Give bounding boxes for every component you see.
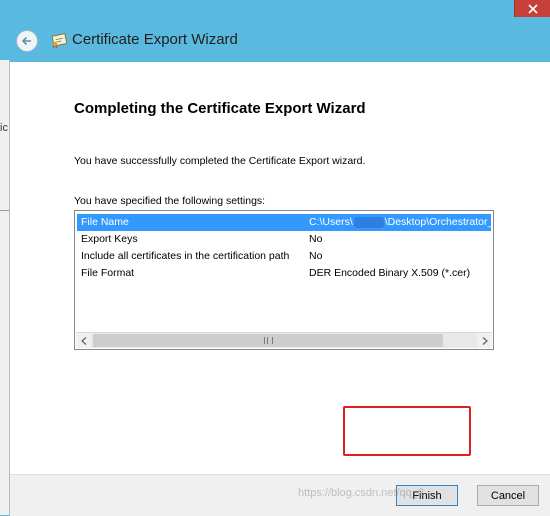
chevron-right-icon: [482, 336, 488, 345]
wizard-content-panel: Completing the Certificate Export Wizard…: [10, 62, 550, 516]
setting-key: File Format: [81, 267, 135, 279]
background-window-text: ic: [0, 122, 8, 134]
setting-key: File Name: [81, 216, 129, 228]
cancel-button[interactable]: Cancel: [477, 485, 539, 506]
scroll-thumb[interactable]: [93, 334, 443, 347]
certificate-icon: [51, 33, 68, 48]
title-bar: Certificate Export Wizard: [10, 22, 550, 62]
horizontal-scrollbar[interactable]: [76, 332, 492, 348]
chevron-left-icon: [80, 336, 86, 345]
redacted-username: [353, 216, 384, 228]
window-title: Certificate Export Wizard: [72, 31, 238, 48]
close-icon: [528, 3, 538, 14]
grip-icon: [263, 337, 273, 344]
settings-intro: You have specified the following setting…: [74, 195, 266, 207]
page-heading: Completing the Certificate Export Wizard: [74, 100, 366, 117]
back-arrow-icon: [21, 36, 31, 46]
setting-value: No: [309, 233, 323, 245]
setting-value: DER Encoded Binary X.509 (*.cer): [309, 267, 471, 279]
setting-value: C:\Users\ \Desktop\Orchestrator_C: [309, 216, 493, 228]
list-item[interactable]: File Name C:\Users\ \Desktop\Orchestrator…: [77, 214, 493, 231]
scroll-right-button[interactable]: [477, 333, 492, 348]
button-bar: Finish Cancel: [10, 474, 550, 516]
background-window-edge: ic: [0, 60, 10, 515]
setting-value: No: [309, 250, 323, 262]
setting-key: Include all certificates in the certific…: [81, 250, 290, 262]
list-item[interactable]: Include all certificates in the certific…: [77, 248, 491, 265]
watermark: https://blog.csdn.net/qq_2...: [298, 487, 434, 499]
list-item[interactable]: Export Keys No: [77, 231, 491, 248]
background-divider: [0, 210, 9, 211]
scroll-left-button[interactable]: [76, 333, 91, 348]
list-item[interactable]: File Format DER Encoded Binary X.509 (*.…: [77, 265, 491, 282]
settings-list[interactable]: File Name C:\Users\ \Desktop\Orchestrator…: [74, 210, 494, 350]
back-button[interactable]: [16, 30, 38, 52]
success-message: You have successfully completed the Cert…: [74, 155, 366, 167]
close-button[interactable]: [514, 0, 550, 17]
setting-key: Export Keys: [81, 233, 138, 245]
